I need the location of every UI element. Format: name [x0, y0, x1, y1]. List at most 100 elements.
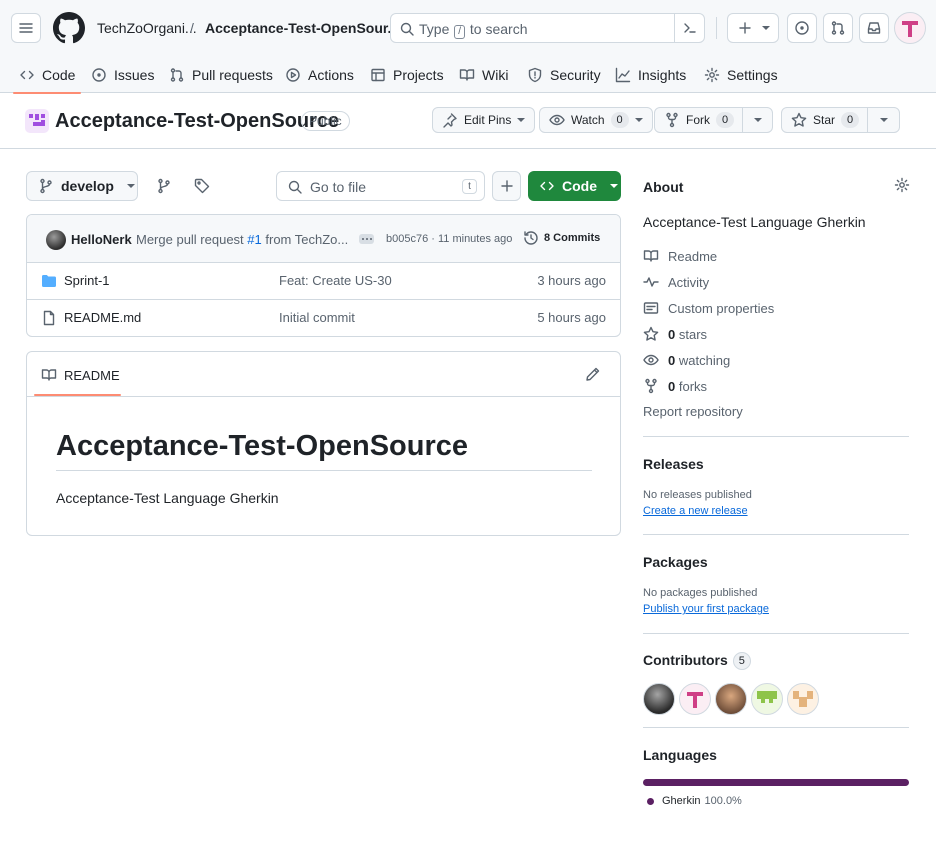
breadcrumb-org[interactable]: TechZoOrgani... [97, 20, 197, 36]
tab-projects[interactable]: Projects [370, 56, 444, 93]
repo-title[interactable]: Acceptance-Test-OpenSource [55, 110, 339, 133]
create-release-link[interactable]: Create a new release [643, 505, 748, 517]
table-row[interactable]: Sprint-1 Feat: Create US-30 3 hours ago [27, 263, 620, 300]
releases-heading[interactable]: Releases [643, 456, 704, 472]
custom-properties-link[interactable]: Custom properties [643, 300, 774, 316]
star-dropdown[interactable] [867, 108, 899, 132]
watch-button[interactable]: Watch 0 [539, 107, 653, 133]
section-divider [643, 633, 909, 634]
repo-owner-avatar[interactable] [25, 109, 49, 133]
readme-link[interactable]: Readme [643, 248, 717, 264]
tab-code[interactable]: Code [12, 56, 82, 94]
file-name[interactable]: README.md [64, 310, 141, 325]
star-button[interactable]: Star 0 [781, 107, 901, 133]
pull-requests-button[interactable] [823, 13, 853, 43]
issues-button[interactable] [787, 13, 817, 43]
contributors-list [643, 683, 819, 715]
pencil-icon[interactable] [585, 366, 601, 382]
readme-tab-label: README [64, 367, 120, 383]
readme-tab[interactable]: README [41, 367, 120, 383]
inbox-button[interactable] [859, 13, 889, 43]
tab-settings[interactable]: Settings [704, 56, 778, 93]
avatar[interactable] [715, 683, 747, 715]
file-commit-message[interactable]: Initial commit [279, 310, 355, 325]
git-branch-icon [40, 178, 52, 194]
tab-actions[interactable]: Actions [285, 56, 354, 93]
readme-heading: Acceptance-Test-OpenSource [56, 428, 592, 471]
avatar[interactable] [751, 683, 783, 715]
breadcrumb-repo[interactable]: Acceptance-Test-OpenSour... [205, 20, 399, 36]
search-placeholder: Type / to search [419, 21, 528, 39]
tab-label: Security [550, 66, 601, 83]
custom-properties-label: Custom properties [668, 300, 775, 316]
menu-button[interactable] [11, 13, 41, 43]
tab-insights[interactable]: Insights [615, 56, 686, 93]
issue-opened-icon [795, 21, 809, 35]
fork-segment[interactable]: Fork 0 [655, 108, 742, 132]
identicon-icon [687, 692, 703, 708]
commit-author-avatar[interactable] [46, 230, 66, 250]
tab-pull-requests[interactable]: Pull requests [169, 56, 273, 93]
table-icon [371, 68, 385, 81]
star-icon [791, 112, 807, 127]
commit-meta[interactable]: b005c76 · 11 minutes ago [386, 233, 512, 245]
tab-issues[interactable]: Issues [91, 56, 154, 93]
edit-pins-label: Edit Pins [464, 113, 512, 127]
table-row[interactable]: README.md Initial commit 5 hours ago [27, 300, 620, 336]
user-avatar[interactable] [894, 12, 926, 44]
avatar[interactable] [679, 683, 711, 715]
branch-selector[interactable]: develop [26, 171, 138, 201]
star-counter: 0 [841, 112, 860, 128]
readme-header: README [27, 352, 620, 397]
add-file-button[interactable] [492, 171, 521, 201]
language-color-dot [647, 797, 654, 805]
packages-heading[interactable]: Packages [643, 554, 708, 570]
tags-button[interactable] [192, 176, 212, 196]
readme-panel: README Acceptance-Test-OpenSource Accept… [26, 351, 621, 536]
stars-link[interactable]: 0 stars [643, 326, 707, 342]
graph-icon [615, 67, 631, 82]
expand-commit-button[interactable] [359, 234, 374, 244]
star-icon [643, 326, 659, 341]
branches-button[interactable] [154, 176, 174, 196]
activity-link[interactable]: Activity [643, 274, 709, 290]
code-dropdown-button[interactable]: Code [528, 171, 621, 201]
go-to-file-input[interactable]: Go to file t [276, 171, 485, 201]
identicon-icon [29, 114, 45, 126]
repo-header: Acceptance-Test-OpenSource Public Edit P… [0, 93, 936, 149]
tab-security[interactable]: Security [527, 56, 601, 93]
edit-pins-button[interactable]: Edit Pins [432, 107, 536, 133]
avatar[interactable] [643, 683, 675, 715]
language-item[interactable]: Gherkin 100.0% [647, 795, 742, 807]
report-repository-link[interactable]: Report repository [643, 404, 743, 419]
global-search[interactable]: Type / to search [390, 13, 705, 43]
commit-author[interactable]: HelloNerk [71, 232, 132, 247]
edit-pins-segment[interactable]: Edit Pins [433, 108, 534, 132]
commit-message[interactable]: Merge pull request #1 from TechZo... [136, 232, 348, 247]
publish-package-link[interactable]: Publish your first package [643, 603, 769, 615]
file-name[interactable]: Sprint-1 [64, 273, 110, 288]
repo-forked-icon [666, 112, 678, 128]
visibility-badge: Public [301, 111, 350, 131]
repo-forked-icon [645, 378, 657, 394]
file-browser: HelloNerk Merge pull request #1 from Tec… [26, 214, 621, 337]
tab-wiki[interactable]: Wiki [459, 56, 508, 93]
fork-button[interactable]: Fork 0 [654, 107, 773, 133]
latest-commit-bar: HelloNerk Merge pull request #1 from Tec… [27, 215, 620, 263]
fork-dropdown[interactable] [742, 108, 772, 132]
forks-link[interactable]: 0 forks [643, 378, 707, 394]
star-segment[interactable]: Star 0 [782, 108, 867, 132]
watch-segment[interactable]: Watch 0 [540, 108, 652, 132]
header-divider [716, 17, 717, 39]
command-palette-button[interactable] [674, 13, 704, 43]
language-percent: 100.0% [704, 795, 742, 807]
gear-icon[interactable] [894, 177, 910, 193]
identicon-icon [902, 21, 918, 37]
commits-history-link[interactable]: 8 Commits [523, 230, 600, 246]
contributors-heading[interactable]: Contributors 5 [643, 652, 751, 670]
github-logo-icon[interactable] [53, 12, 85, 44]
watching-link[interactable]: 0 watching [643, 352, 730, 368]
avatar[interactable] [787, 683, 819, 715]
file-commit-message[interactable]: Feat: Create US-30 [279, 273, 392, 288]
create-new-button[interactable] [727, 13, 779, 43]
